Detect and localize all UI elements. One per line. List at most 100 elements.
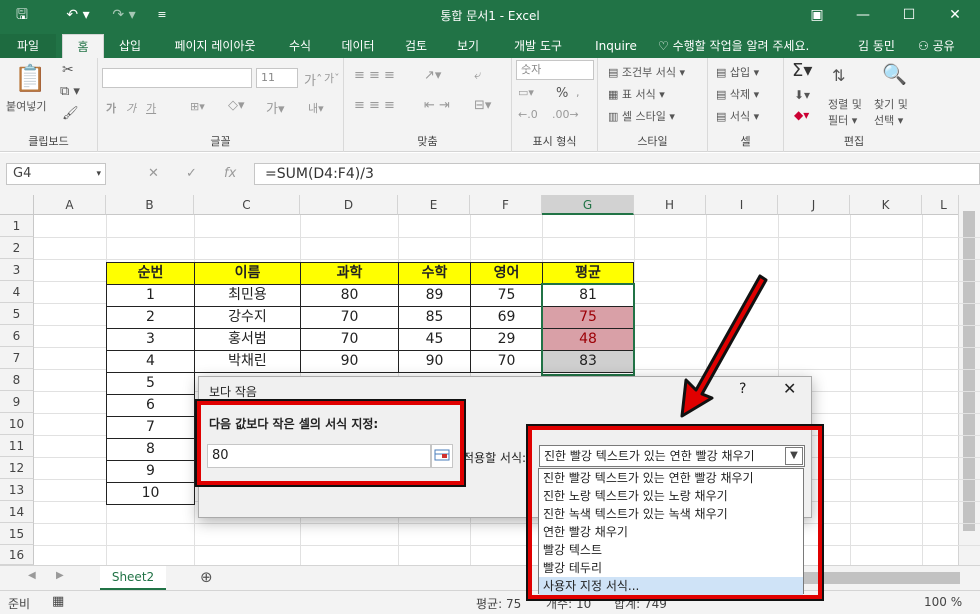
bold-button[interactable]: 가 bbox=[106, 100, 116, 116]
accounting-icon[interactable]: ▭▾ bbox=[518, 86, 534, 99]
table-cell[interactable]: 69 bbox=[470, 306, 543, 329]
minimize-icon[interactable]: — bbox=[840, 4, 886, 26]
delete-cells-button[interactable]: ▤ 삭제 ▾ bbox=[716, 86, 759, 102]
enter-icon[interactable]: ✓ bbox=[186, 163, 197, 185]
add-sheet-icon[interactable]: ⊕ bbox=[200, 568, 213, 586]
name-box[interactable]: G4 ▾ bbox=[6, 163, 106, 185]
table-cell[interactable]: 홍서범 bbox=[194, 328, 301, 351]
vertical-scrollbar[interactable] bbox=[958, 195, 980, 565]
row-header-11[interactable]: 11 bbox=[0, 435, 34, 457]
cancel-icon[interactable]: ✕ bbox=[148, 163, 159, 185]
row-header-10[interactable]: 10 bbox=[0, 413, 34, 435]
table-cell[interactable]: 75 bbox=[470, 284, 543, 307]
ribbon-display-icon[interactable]: ▣ bbox=[794, 4, 840, 26]
tab-page-layout[interactable]: 페이지 레이아웃 bbox=[162, 34, 268, 58]
tab-file[interactable]: 파일 bbox=[0, 34, 56, 58]
table-cell[interactable]: 2 bbox=[106, 306, 195, 329]
tab-home[interactable]: 홈 bbox=[62, 34, 104, 58]
column-header-j[interactable]: J bbox=[778, 195, 850, 215]
row-header-7[interactable]: 7 bbox=[0, 347, 34, 369]
column-header-k[interactable]: K bbox=[850, 195, 922, 215]
table-header-cell[interactable]: 순번 bbox=[106, 262, 195, 285]
table-cell[interactable]: 8 bbox=[106, 438, 195, 461]
table-cell[interactable]: 89 bbox=[398, 284, 471, 307]
phonetic-icon[interactable]: 내▾ bbox=[308, 100, 324, 116]
table-cell[interactable]: 6 bbox=[106, 394, 195, 417]
merge-icon[interactable]: ⊟▾ bbox=[474, 98, 491, 113]
table-cell[interactable]: 강수지 bbox=[194, 306, 301, 329]
clear-icon[interactable]: ◆▾ bbox=[794, 108, 809, 122]
close-icon[interactable]: ✕ bbox=[783, 379, 796, 398]
increase-decimal-icon[interactable]: ←.0 bbox=[518, 108, 538, 121]
sheet-tab-sheet2[interactable]: Sheet2 bbox=[100, 566, 166, 590]
user-name[interactable]: 김 동민 bbox=[858, 34, 895, 58]
table-cell[interactable]: 1 bbox=[106, 284, 195, 307]
sort-filter-icon[interactable]: ⇅ bbox=[832, 66, 845, 85]
comma-icon[interactable]: , bbox=[576, 86, 580, 99]
align-left-icon[interactable]: ≡ ≡ ≡ bbox=[354, 98, 395, 113]
shrink-font-icon[interactable]: 가ˇ bbox=[324, 70, 340, 86]
number-format-box[interactable]: 숫자 bbox=[516, 60, 594, 80]
percent-button[interactable]: % bbox=[556, 86, 568, 101]
tell-me-search[interactable]: ♡ 수행할 작업을 알려 주세요. bbox=[658, 34, 809, 58]
row-header-1[interactable]: 1 bbox=[0, 215, 34, 237]
row-header-2[interactable]: 2 bbox=[0, 237, 34, 259]
format-painter-icon[interactable]: 🖌 bbox=[62, 106, 79, 121]
cell-styles-button[interactable]: ▥ 셀 스타일 ▾ bbox=[608, 108, 675, 124]
format-as-table-button[interactable]: ▦ 표 서식 ▾ bbox=[608, 86, 665, 102]
close-icon[interactable]: ✕ bbox=[932, 4, 978, 26]
underline-button[interactable]: 가 bbox=[146, 100, 156, 116]
cut-icon[interactable]: ✂ bbox=[62, 62, 74, 78]
row-header-6[interactable]: 6 bbox=[0, 325, 34, 347]
find-select-icon[interactable]: 🔍 bbox=[882, 62, 907, 86]
table-header-cell[interactable]: 평균 bbox=[542, 262, 634, 285]
table-header-cell[interactable]: 영어 bbox=[470, 262, 543, 285]
share-button[interactable]: ⚇ 공유 bbox=[918, 34, 955, 58]
column-header-g[interactable]: G bbox=[542, 195, 634, 215]
table-cell[interactable]: 83 bbox=[542, 350, 634, 373]
orientation-icon[interactable]: ↗▾ bbox=[424, 68, 441, 83]
decrease-decimal-icon[interactable]: .00→ bbox=[552, 108, 579, 121]
table-cell[interactable]: 90 bbox=[300, 350, 399, 373]
find-select-button[interactable]: 찾기 및 선택 ▾ bbox=[874, 96, 908, 128]
row-header-13[interactable]: 13 bbox=[0, 479, 34, 501]
macro-record-icon[interactable]: ▦ bbox=[52, 594, 64, 609]
table-cell[interactable]: 48 bbox=[542, 328, 634, 351]
table-cell[interactable]: 3 bbox=[106, 328, 195, 351]
table-header-cell[interactable]: 수학 bbox=[398, 262, 471, 285]
column-header-e[interactable]: E bbox=[398, 195, 470, 215]
table-cell[interactable]: 70 bbox=[470, 350, 543, 373]
table-cell[interactable]: 5 bbox=[106, 372, 195, 395]
table-cell[interactable]: 70 bbox=[300, 306, 399, 329]
table-cell[interactable]: 85 bbox=[398, 306, 471, 329]
format-cells-button[interactable]: ▤ 서식 ▾ bbox=[716, 108, 759, 124]
table-cell[interactable]: 80 bbox=[300, 284, 399, 307]
column-header-i[interactable]: I bbox=[706, 195, 778, 215]
column-header-f[interactable]: F bbox=[470, 195, 542, 215]
row-header-4[interactable]: 4 bbox=[0, 281, 34, 303]
tab-inquire[interactable]: Inquire bbox=[586, 34, 646, 58]
grow-font-icon[interactable]: 가ˆ bbox=[304, 70, 322, 89]
tab-formulas[interactable]: 수식 bbox=[280, 34, 320, 58]
table-cell[interactable]: 81 bbox=[542, 284, 634, 307]
paste-icon[interactable]: 📋 bbox=[14, 64, 46, 94]
conditional-formatting-button[interactable]: ▤ 조건부 서식 ▾ bbox=[608, 64, 685, 80]
tab-data[interactable]: 데이터 bbox=[332, 34, 384, 58]
table-cell[interactable]: 70 bbox=[300, 328, 399, 351]
scroll-left-icon[interactable]: ◀ bbox=[28, 570, 36, 581]
row-header-3[interactable]: 3 bbox=[0, 259, 34, 281]
sort-filter-button[interactable]: 정렬 및 필터 ▾ bbox=[828, 96, 862, 128]
table-cell[interactable]: 29 bbox=[470, 328, 543, 351]
table-cell[interactable]: 박채린 bbox=[194, 350, 301, 373]
table-cell[interactable]: 7 bbox=[106, 416, 195, 439]
row-header-12[interactable]: 12 bbox=[0, 457, 34, 479]
tab-insert[interactable]: 삽입 bbox=[110, 34, 150, 58]
fill-color-icon[interactable]: ◇▾ bbox=[228, 98, 245, 113]
column-header-b[interactable]: B bbox=[106, 195, 194, 215]
table-cell[interactable]: 최민용 bbox=[194, 284, 301, 307]
table-cell[interactable]: 45 bbox=[398, 328, 471, 351]
formula-input[interactable]: =SUM(D4:F4)/3 bbox=[254, 163, 980, 185]
fill-icon[interactable]: ⬇▾ bbox=[794, 88, 810, 102]
tab-review[interactable]: 검토 bbox=[396, 34, 436, 58]
italic-button[interactable]: 가 bbox=[126, 100, 136, 116]
